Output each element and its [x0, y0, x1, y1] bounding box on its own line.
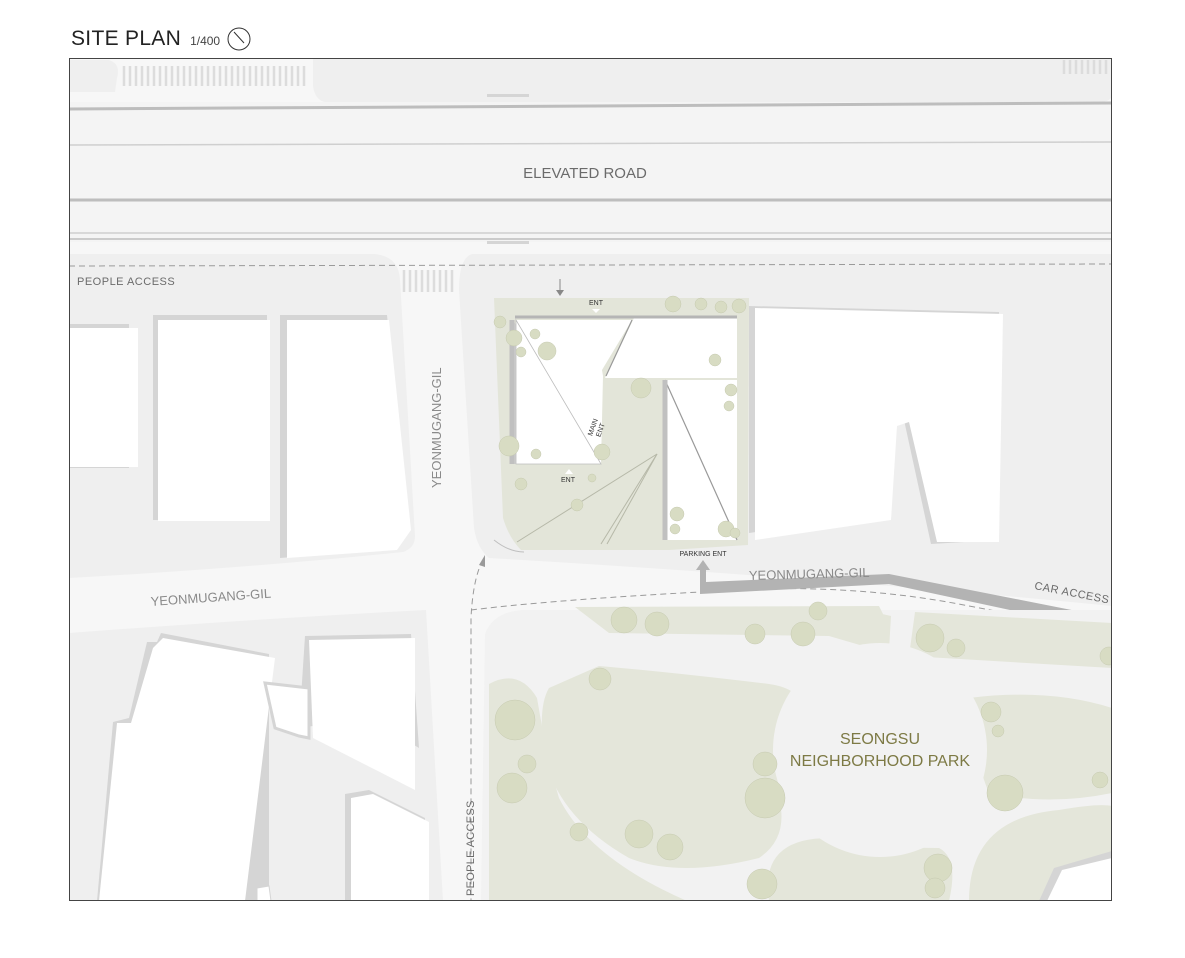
building-east: [749, 306, 1003, 544]
plan-header: SITE PLAN 1/400: [71, 24, 252, 54]
buildings-southwest: [97, 633, 429, 901]
elevated-road-label: ELEVATED ROAD: [523, 165, 647, 182]
people-access-label-top: PEOPLE ACCESS: [77, 276, 175, 288]
parking-ent-label: PARKING ENT: [680, 551, 728, 558]
plan-scale: 1/400: [190, 34, 221, 48]
park-label-line2: NEIGHBORHOOD PARK: [790, 753, 971, 770]
north-arrow-icon: [227, 27, 251, 51]
park-label-line1: SEONGSU: [840, 731, 920, 748]
street-label-vertical: YEONMUGANG-GIL: [429, 367, 444, 488]
ent-label-top: ENT: [589, 300, 604, 307]
park-plaza-circle: [773, 643, 987, 857]
project-site: [493, 295, 749, 553]
site-plan-map: ELEVATED ROAD PEOPLE ACCESS YEONMUGANG-G…: [69, 58, 1112, 901]
street-label-right: YEONMUGANG-GIL: [749, 565, 870, 583]
top-left-block: [69, 60, 118, 92]
people-access-label-bottom: PEOPLE ACCESS: [465, 800, 477, 896]
ent-label-inner: ENT: [561, 477, 576, 484]
top-right-block: [313, 58, 1112, 102]
plan-title: SITE PLAN: [71, 27, 182, 50]
crosswalk-mid: [402, 270, 454, 292]
